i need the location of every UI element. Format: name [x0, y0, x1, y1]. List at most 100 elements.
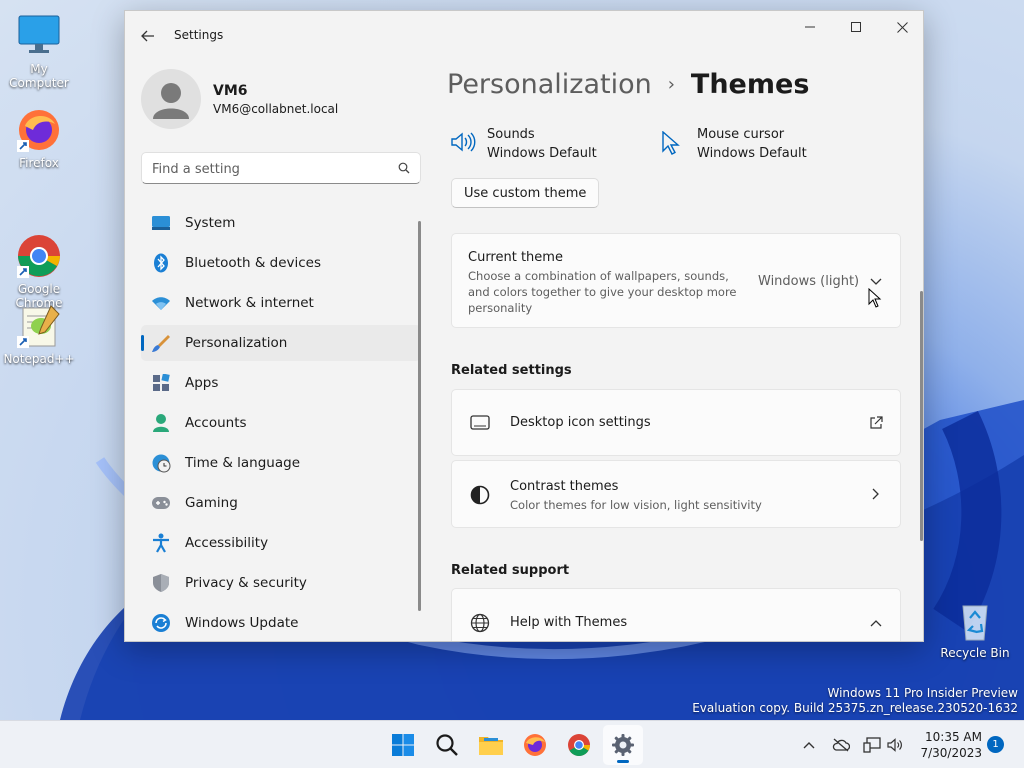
- gamepad-icon: [151, 493, 171, 513]
- nav-item-windows-update[interactable]: Windows Update: [141, 605, 421, 641]
- quick-setting-value: Windows Default: [487, 146, 597, 161]
- watermark-line: Windows 11 Pro Insider Preview: [827, 686, 1018, 700]
- nav-item-label: Gaming: [185, 495, 238, 511]
- firefox-taskbar-button[interactable]: [515, 725, 555, 765]
- cloud-offline-icon: [832, 738, 850, 752]
- desktop-icon-notepadpp[interactable]: Notepad++: [0, 302, 78, 366]
- watermark-line: Evaluation copy. Build 25375.zn_release.…: [692, 701, 1018, 715]
- active-app-indicator: [617, 760, 629, 763]
- clock-time: 10:35 AM: [925, 730, 982, 744]
- related-settings-heading: Related settings: [451, 363, 572, 378]
- search-input[interactable]: [152, 159, 382, 179]
- nav-item-network[interactable]: Network & internet: [141, 285, 421, 321]
- title-bar[interactable]: Settings: [125, 11, 923, 59]
- desktop-icon-settings-card[interactable]: Desktop icon settings: [451, 389, 901, 456]
- clock[interactable]: 10:35 AM 7/30/2023: [912, 729, 982, 761]
- file-explorer-button[interactable]: [471, 725, 511, 765]
- search-box: [141, 152, 421, 184]
- globe-icon: [470, 613, 490, 633]
- nav-item-label: Personalization: [185, 335, 288, 351]
- nav-item-gaming[interactable]: Gaming: [141, 485, 421, 521]
- notification-badge[interactable]: 1: [987, 736, 1004, 753]
- recycle-bin-icon: [951, 596, 999, 644]
- nav-item-system[interactable]: System: [141, 205, 421, 241]
- show-hidden-icons-button[interactable]: [799, 735, 819, 755]
- apps-icon: [151, 373, 171, 393]
- settings-taskbar-button[interactable]: [603, 725, 643, 765]
- folder-icon: [479, 737, 503, 755]
- settings-window: Settings VM6 VM6@collabnet.local System …: [124, 10, 924, 642]
- breadcrumb-separator: ›: [667, 74, 675, 95]
- contrast-themes-title: Contrast themes: [510, 479, 619, 494]
- taskbar: 10:35 AM 7/30/2023 1: [0, 720, 1024, 768]
- nav-item-label: Network & internet: [185, 295, 314, 311]
- desktop-icon-recycle-bin[interactable]: Recycle Bin: [936, 596, 1014, 660]
- start-button[interactable]: [383, 725, 423, 765]
- chevron-up-icon[interactable]: [870, 619, 882, 627]
- user-email: VM6@collabnet.local: [213, 102, 339, 116]
- bluetooth-icon: [151, 253, 171, 273]
- chevron-down-icon[interactable]: [870, 278, 882, 286]
- nav-item-apps[interactable]: Apps: [141, 365, 421, 401]
- speaker-icon: [451, 132, 476, 152]
- nav-item-personalization[interactable]: Personalization: [141, 325, 421, 361]
- nav-item-label: Accounts: [185, 415, 247, 431]
- maximize-button[interactable]: [833, 11, 879, 43]
- nav-item-accounts[interactable]: Accounts: [141, 405, 421, 441]
- chrome-taskbar-button[interactable]: [559, 725, 599, 765]
- nav-item-label: System: [185, 215, 236, 231]
- help-with-themes-card[interactable]: Help with Themes: [451, 588, 901, 641]
- clock-globe-icon: [151, 453, 171, 473]
- taskbar-search-button[interactable]: [427, 725, 467, 765]
- breadcrumb-parent[interactable]: Personalization: [447, 69, 652, 100]
- nav-item-time-language[interactable]: Time & language: [141, 445, 421, 481]
- desktop-icon-chrome[interactable]: Google Chrome: [0, 204, 78, 310]
- nav-item-label: Accessibility: [185, 535, 269, 551]
- nav-item-bluetooth[interactable]: Bluetooth & devices: [141, 245, 421, 281]
- content-scrollbar[interactable]: [920, 291, 923, 541]
- back-button[interactable]: [137, 25, 159, 47]
- network-tray-button[interactable]: [862, 735, 882, 755]
- accessibility-icon: [151, 533, 171, 553]
- volume-tray-button[interactable]: [886, 735, 906, 755]
- close-button[interactable]: [879, 11, 923, 43]
- page-title: Themes: [690, 69, 810, 100]
- onedrive-tray-button[interactable]: [831, 735, 851, 755]
- firefox-icon: [15, 106, 63, 154]
- search-icon[interactable]: [398, 162, 410, 174]
- desktop-icon-firefox[interactable]: Firefox: [0, 106, 78, 170]
- nav-item-privacy[interactable]: Privacy & security: [141, 565, 421, 601]
- minimize-icon: [805, 26, 815, 28]
- contrast-themes-card[interactable]: Contrast themes Color themes for low vis…: [451, 460, 901, 528]
- windows-logo-icon: [392, 734, 414, 756]
- breadcrumb: Personalization › Themes: [447, 69, 809, 100]
- brush-icon: [151, 333, 171, 353]
- contrast-icon: [470, 485, 490, 505]
- related-support-heading: Related support: [451, 563, 570, 578]
- desktop-icon-label: Recycle Bin: [940, 646, 1010, 660]
- chevron-right-icon: [872, 488, 879, 500]
- mouse-pointer-icon: [868, 288, 882, 308]
- firefox-icon: [524, 734, 546, 756]
- use-custom-theme-button[interactable]: Use custom theme: [451, 178, 600, 208]
- search-icon: [436, 734, 458, 756]
- current-theme-card[interactable]: Current theme Choose a combination of wa…: [451, 233, 901, 328]
- notepadpp-icon: [15, 302, 63, 350]
- update-icon: [151, 613, 171, 633]
- account-icon: [151, 413, 171, 433]
- speaker-icon: [887, 738, 902, 752]
- mouse-cursor-icon: [662, 131, 680, 155]
- nav-item-accessibility[interactable]: Accessibility: [141, 525, 421, 561]
- contrast-themes-description: Color themes for low vision, light sensi…: [510, 498, 762, 512]
- desktop-icon-settings-title: Desktop icon settings: [510, 415, 651, 430]
- avatar: [141, 69, 201, 129]
- monitor-icon: [470, 415, 490, 430]
- user-name: VM6: [213, 83, 248, 99]
- desktop-icon-my-computer[interactable]: My Computer: [0, 12, 78, 90]
- current-theme-description: Choose a combination of wallpapers, soun…: [468, 269, 737, 315]
- nav-scrollbar[interactable]: [418, 221, 421, 611]
- system-icon: [151, 213, 171, 233]
- quick-setting-value: Windows Default: [697, 146, 807, 161]
- desktop-icon-label: My Computer: [9, 62, 69, 90]
- minimize-button[interactable]: [787, 11, 833, 43]
